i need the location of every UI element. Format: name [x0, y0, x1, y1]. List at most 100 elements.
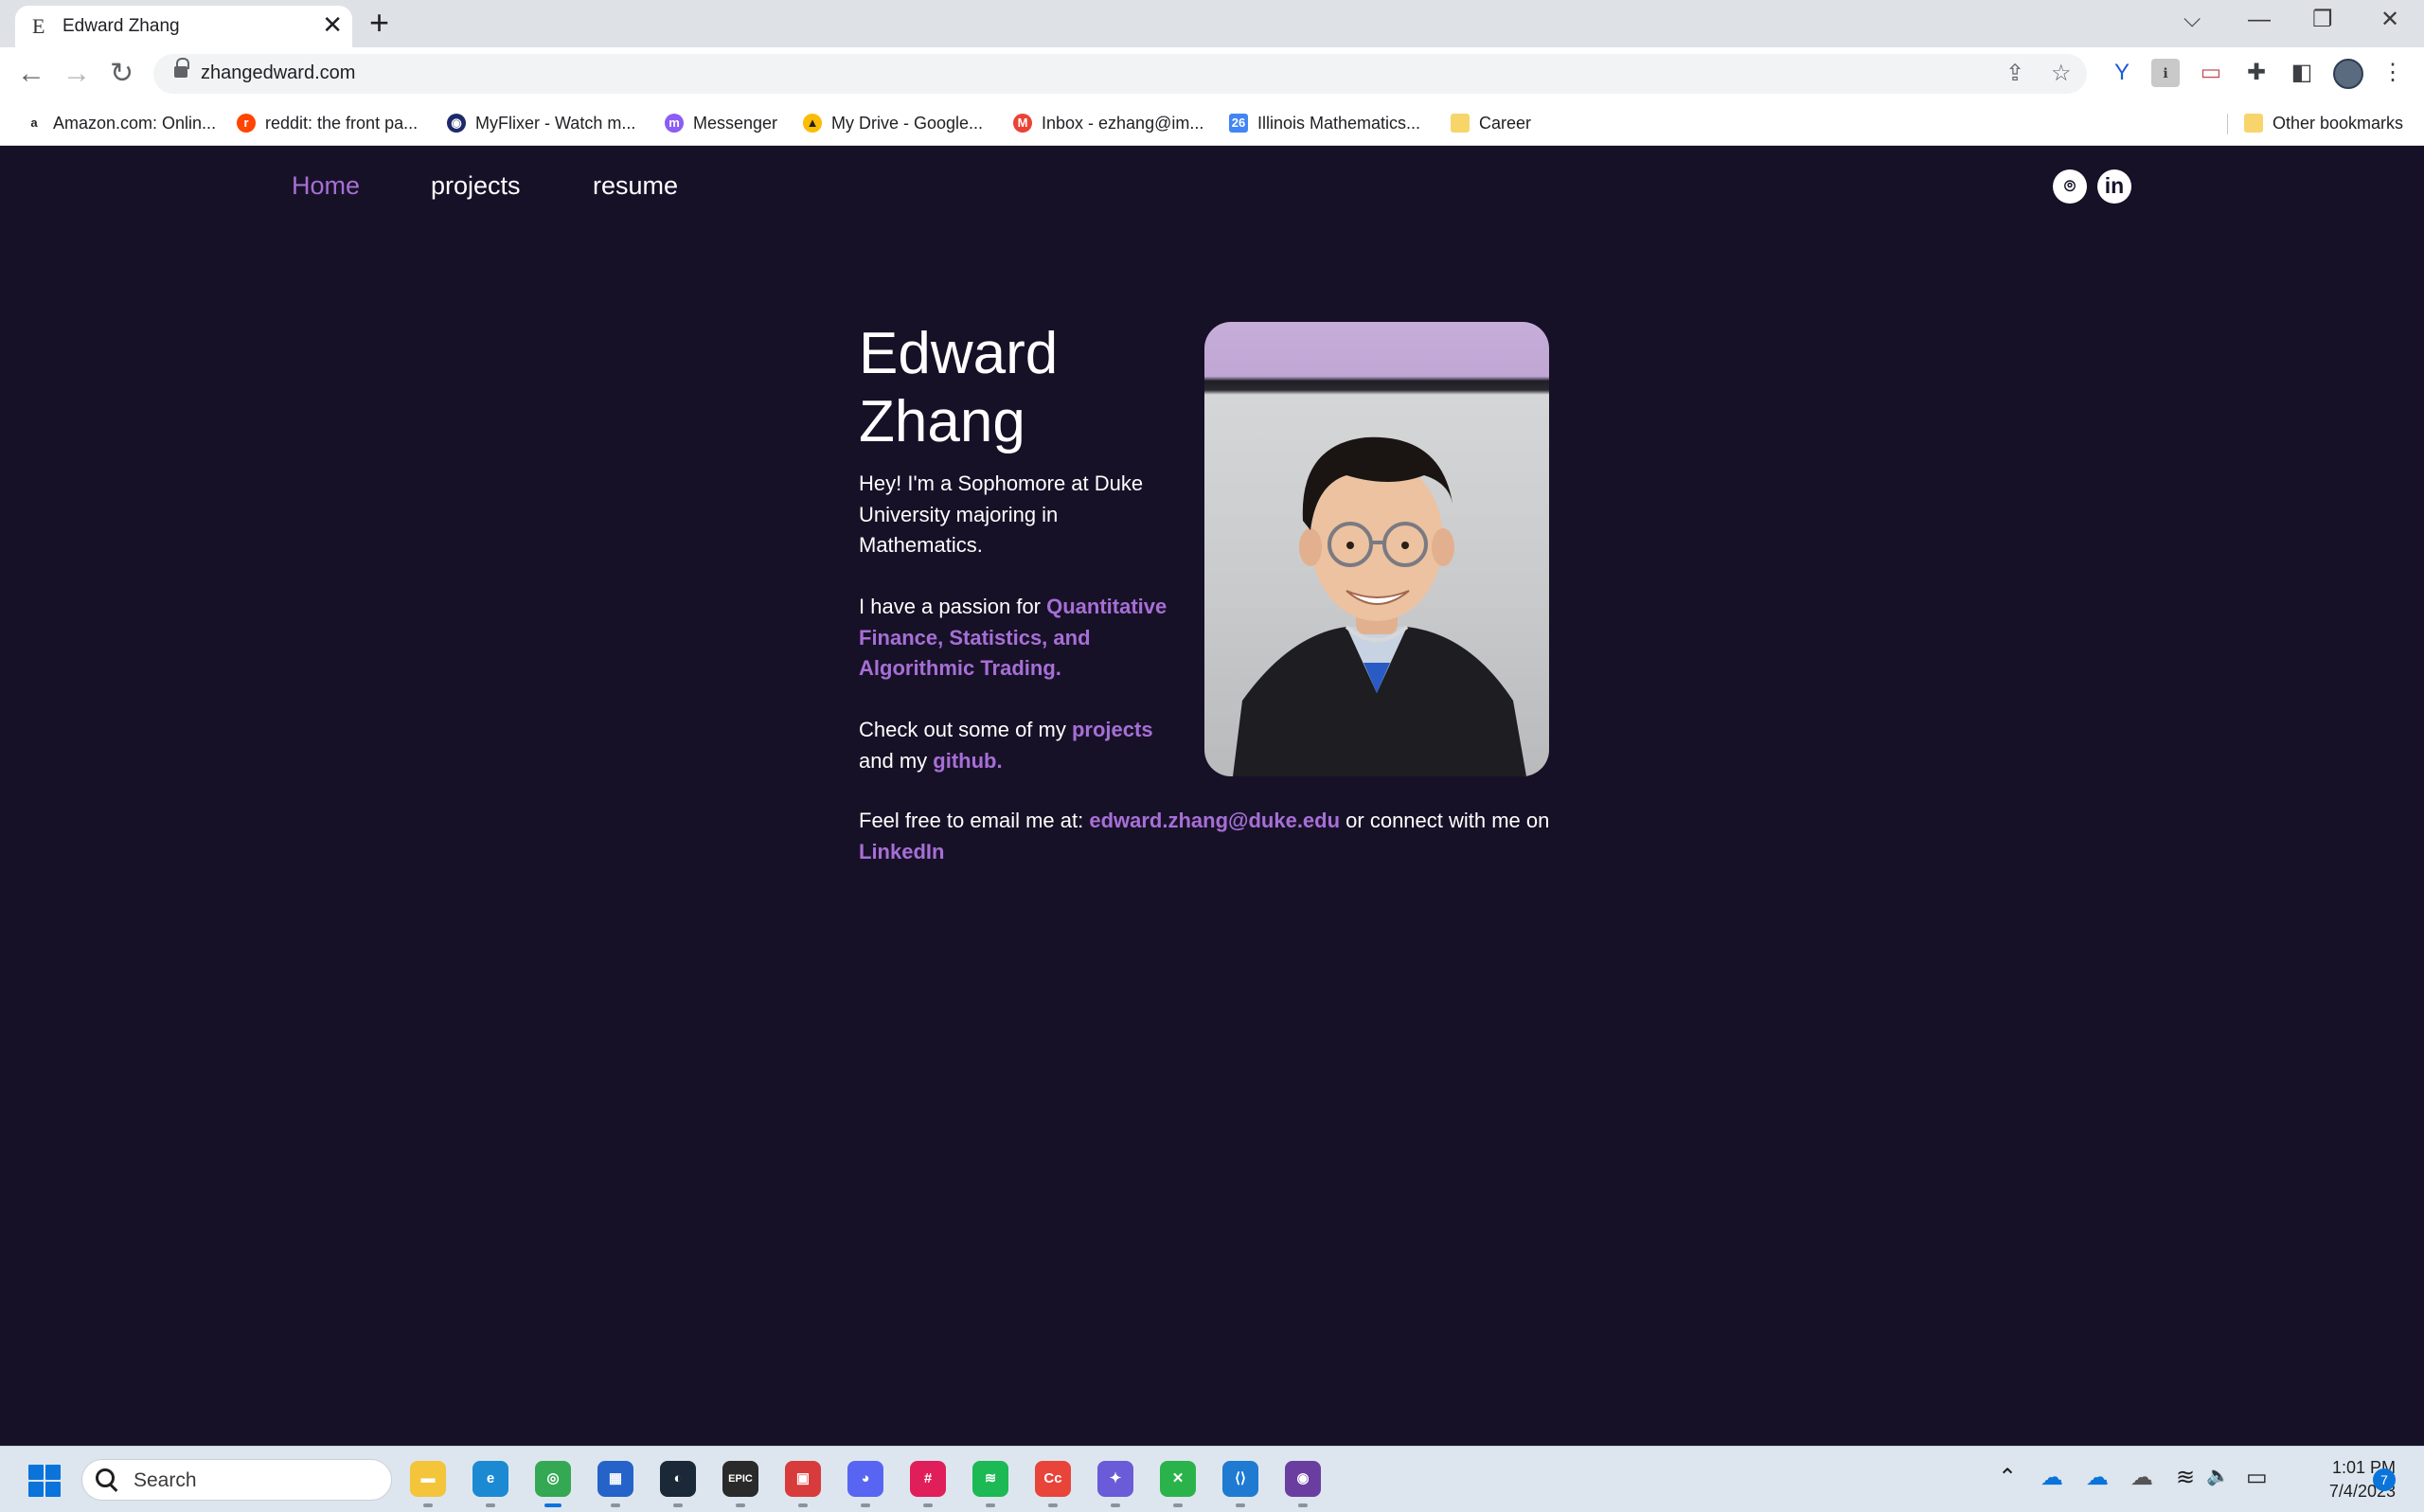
- extension-vpn-icon[interactable]: Y: [2108, 59, 2136, 87]
- address-bar[interactable]: zhangedward.com ⇪ ☆: [153, 54, 2087, 94]
- running-indicator: [736, 1503, 745, 1507]
- copilot-icon[interactable]: ✦: [1097, 1461, 1133, 1497]
- other-bookmarks-label: Other bookmarks: [2272, 113, 2404, 133]
- nav-projects-link[interactable]: projects: [431, 171, 521, 201]
- minimize-button[interactable]: —: [2248, 4, 2271, 36]
- github-desktop-icon[interactable]: ◉: [1285, 1461, 1321, 1497]
- edge-icon[interactable]: e: [472, 1461, 508, 1497]
- spotify-icon[interactable]: ≋: [972, 1461, 1008, 1497]
- name-last: Zhang: [859, 389, 1025, 454]
- side-panel-icon[interactable]: ◧: [2288, 59, 2316, 87]
- bookmark-label: MyFlixer - Watch m...: [475, 113, 636, 133]
- extension-placeholder-icon[interactable]: ℹ: [2151, 59, 2180, 87]
- bookmark-item[interactable]: 26 Illinois Mathematics...: [1229, 110, 1420, 136]
- linkedin-glyph: in: [2104, 173, 2125, 198]
- browser-tab-strip: E Edward Zhang ✕ + ⌵ — ❐ ✕: [0, 0, 2424, 47]
- github-link[interactable]: github.: [933, 749, 1002, 773]
- close-window-button[interactable]: ✕: [2380, 4, 2399, 36]
- projects-link[interactable]: projects: [1072, 718, 1153, 741]
- bookmark-item[interactable]: a Amazon.com: Onlin...: [25, 110, 216, 136]
- creative-cloud-icon[interactable]: Cc: [1035, 1461, 1071, 1497]
- url-text[interactable]: zhangedward.com: [201, 62, 355, 84]
- reload-button[interactable]: ↻: [110, 55, 134, 93]
- profile-avatar[interactable]: [2333, 59, 2363, 89]
- tab-search-button[interactable]: ⌵: [2183, 4, 2201, 36]
- slack-icon[interactable]: #: [910, 1461, 946, 1497]
- epic-games-icon[interactable]: EPIC: [722, 1461, 758, 1497]
- bookmark-item[interactable]: ▲ My Drive - Google...: [803, 110, 983, 136]
- profile-photo-illustration: [1233, 436, 1526, 776]
- show-hidden-icons-icon[interactable]: ⌃: [1998, 1464, 2017, 1491]
- bookmark-item[interactable]: r reddit: the front pa...: [237, 110, 418, 136]
- wifi-icon[interactable]: ≋: [2176, 1464, 2195, 1491]
- linkedin-link[interactable]: LinkedIn: [859, 840, 944, 863]
- browser-toolbar: ← → ↻ zhangedward.com ⇪ ☆ Y ℹ ▭ ✚ ◧ ⋮: [0, 47, 2424, 100]
- bookmark-item[interactable]: Career: [1451, 110, 1531, 136]
- bookmark-item[interactable]: ◉ MyFlixer - Watch m...: [447, 110, 635, 136]
- messenger-icon: m: [665, 114, 684, 133]
- bookmark-label: Amazon.com: Onlin...: [53, 113, 217, 133]
- email-link[interactable]: edward.zhang@duke.edu: [1089, 809, 1340, 832]
- forward-button[interactable]: →: [62, 55, 91, 93]
- extensions-puzzle-icon[interactable]: ✚: [2242, 59, 2271, 87]
- intro-paragraph: Hey! I'm a Sophomore at Duke University …: [859, 471, 1144, 557]
- onedrive-personal-icon[interactable]: ☁: [2086, 1464, 2109, 1491]
- windows-start-icon[interactable]: [28, 1465, 61, 1497]
- running-indicator: [798, 1503, 808, 1507]
- share-icon[interactable]: ⇪: [2005, 60, 2024, 87]
- github-icon[interactable]: ⌾: [2053, 169, 2087, 204]
- running-indicator: [611, 1503, 620, 1507]
- store-icon[interactable]: ▦: [597, 1461, 633, 1497]
- restore-button[interactable]: ❐: [2312, 4, 2333, 36]
- bookmark-star-icon[interactable]: ☆: [2051, 60, 2072, 87]
- other-bookmarks[interactable]: Other bookmarks: [2244, 110, 2403, 136]
- office-icon[interactable]: ▣: [785, 1461, 821, 1497]
- running-indicator: [1111, 1503, 1120, 1507]
- nav-home-link[interactable]: Home: [292, 171, 360, 201]
- taskbar-search-label: Search: [134, 1469, 197, 1491]
- site-favicon-icon: E: [32, 14, 45, 38]
- running-indicator: [861, 1503, 870, 1507]
- passion-prefix: I have a passion for: [859, 595, 1047, 618]
- running-indicator: [544, 1503, 561, 1507]
- volume-icon[interactable]: 🔈: [2206, 1464, 2230, 1487]
- tab-close-icon[interactable]: ✕: [322, 10, 343, 39]
- browser-tab-active[interactable]: E Edward Zhang ✕: [15, 6, 352, 47]
- xbox-icon[interactable]: ✕: [1160, 1461, 1196, 1497]
- website: Home projects resume ⌾ in Edward Zhang H…: [0, 147, 2424, 1446]
- new-tab-button[interactable]: +: [369, 6, 389, 40]
- file-explorer-icon[interactable]: ▬: [410, 1461, 446, 1497]
- bookmark-label: Illinois Mathematics...: [1257, 113, 1421, 133]
- chrome-menu-icon[interactable]: ⋮: [2379, 59, 2407, 87]
- folder-icon: [1451, 114, 1470, 133]
- page-title: Edward Zhang: [859, 320, 1181, 456]
- running-indicator: [1173, 1503, 1183, 1507]
- running-indicator: [423, 1503, 433, 1507]
- running-indicator: [673, 1503, 683, 1507]
- bookmark-item[interactable]: m Messenger: [665, 110, 777, 136]
- folder-icon: [2244, 114, 2263, 133]
- battery-icon[interactable]: ▭: [2246, 1464, 2268, 1491]
- discord-icon[interactable]: ◕: [847, 1461, 883, 1497]
- onedrive-icon[interactable]: ☁: [2041, 1464, 2063, 1491]
- contact-middle: or connect with me on: [1340, 809, 1550, 832]
- bookmark-item[interactable]: M Inbox - ezhang@im...: [1013, 110, 1203, 136]
- linkedin-icon[interactable]: in: [2097, 169, 2131, 204]
- google-drive-icon: ▲: [803, 114, 822, 133]
- extension-cast-icon[interactable]: ▭: [2197, 59, 2225, 87]
- nav-resume-link[interactable]: resume: [593, 171, 678, 201]
- vscode-icon[interactable]: ⟨⟩: [1222, 1461, 1258, 1497]
- steam-icon[interactable]: ◐: [660, 1461, 696, 1497]
- check-middle: and my: [859, 748, 934, 773]
- bookmark-label: My Drive - Google...: [831, 113, 984, 133]
- contact-prefix: Feel free to email me at:: [859, 809, 1090, 832]
- taskbar-search-box[interactable]: Search: [81, 1459, 392, 1501]
- back-button[interactable]: ←: [17, 55, 45, 93]
- bookmarks-separator: [2227, 114, 2228, 134]
- notification-badge[interactable]: 7: [2373, 1468, 2396, 1491]
- chrome-icon[interactable]: ◎: [535, 1461, 571, 1497]
- calendar-icon: 26: [1229, 114, 1248, 133]
- lock-icon[interactable]: [174, 58, 189, 79]
- name-first: Edward: [859, 321, 1059, 386]
- onedrive-offline-icon[interactable]: ☁: [2130, 1464, 2153, 1491]
